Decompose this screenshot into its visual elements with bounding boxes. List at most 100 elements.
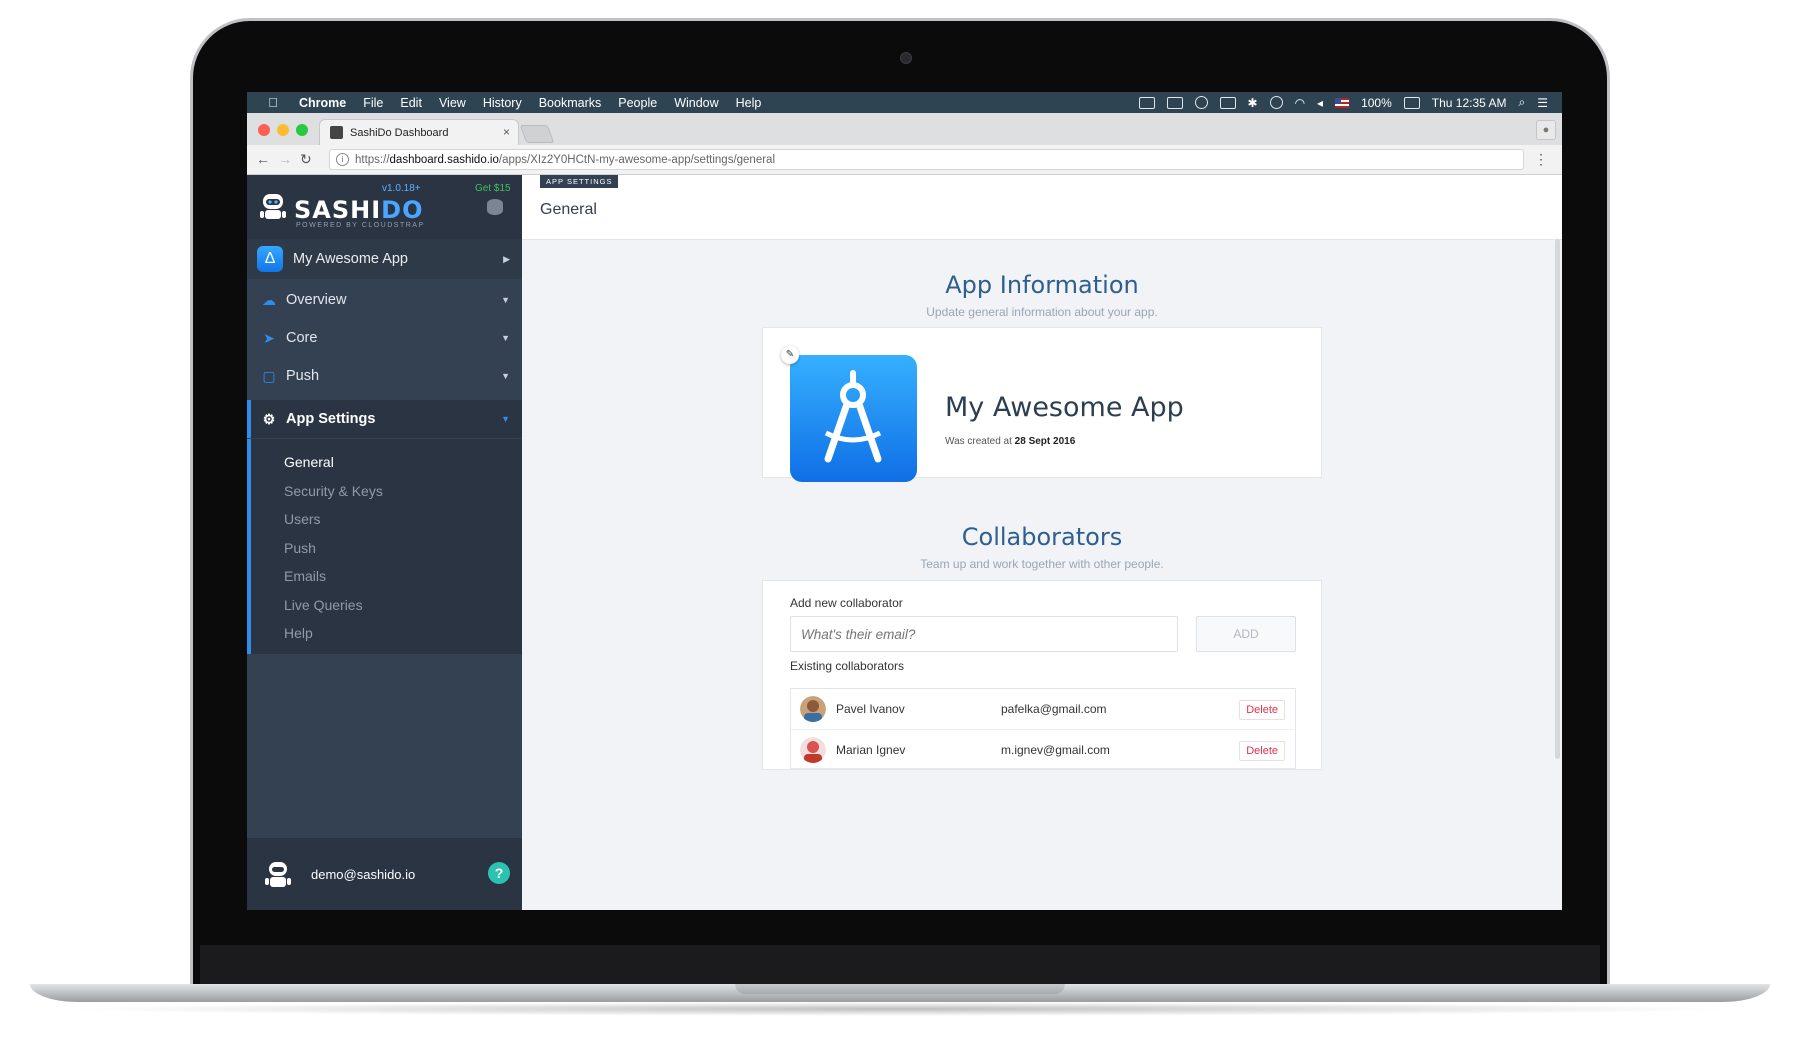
promo-link[interactable]: Get $15 <box>475 183 511 194</box>
app-icon[interactable] <box>790 355 917 482</box>
sidebar-item-app-settings[interactable]: ⚙ App Settings ▼ <box>247 400 522 438</box>
browser-tab[interactable]: SashiDo Dashboard × <box>319 119 519 145</box>
menu-window[interactable]: Window <box>674 96 718 110</box>
us-flag-icon[interactable] <box>1335 97 1350 108</box>
sidebar-item-core[interactable]: ➤ Core ▼ <box>247 319 522 357</box>
zoom-window-icon[interactable] <box>296 124 308 136</box>
app-compass-icon: ∆ <box>257 246 283 272</box>
submenu-emails[interactable]: Emails <box>284 568 326 584</box>
close-window-icon[interactable] <box>258 124 270 136</box>
menu-people[interactable]: People <box>618 96 657 110</box>
collaborators-list: Pavel Ivanov pafelka@gmail.com Delete Ma… <box>790 688 1296 769</box>
app-info-card: ✎ My Awesome App Was created at 28 Sept … <box>762 327 1322 482</box>
sidebar-item-label: Push <box>286 368 320 384</box>
chevron-down-icon: ▼ <box>501 414 510 424</box>
page-header: APP SETTINGS General <box>522 175 1562 240</box>
brand-logo[interactable]: SASHIDO <box>294 196 424 224</box>
time-machine-icon[interactable] <box>1269 96 1283 109</box>
submenu-users[interactable]: Users <box>284 511 321 527</box>
submenu-push[interactable]: Push <box>284 540 316 556</box>
sidebar-item-label: Core <box>286 330 318 346</box>
app-info-subtitle: Update general information about your ap… <box>926 305 1158 319</box>
submenu-help[interactable]: Help <box>284 625 313 641</box>
created-prefix: Was created at <box>945 436 1012 447</box>
cloud-icon: ☁ <box>262 291 276 308</box>
bluetooth-icon[interactable]: ✱ <box>1248 96 1258 110</box>
brand-main: SASHI <box>294 196 382 224</box>
display-icon[interactable] <box>1138 96 1155 109</box>
creative-cloud-icon[interactable] <box>1194 96 1208 109</box>
apple-icon[interactable]:  <box>265 95 281 110</box>
list-item: Pavel Ivanov pafelka@gmail.com Delete <box>791 689 1295 729</box>
collaborator-email-input[interactable] <box>790 616 1178 652</box>
menu-help[interactable]: Help <box>736 96 762 110</box>
menu-edit[interactable]: Edit <box>400 96 422 110</box>
sidebar-item-label: Overview <box>286 292 347 308</box>
clock[interactable]: Thu 12:35 AM <box>1432 96 1507 110</box>
add-collaborator-label: Add new collaborator <box>790 596 903 610</box>
user-robot-avatar[interactable] <box>265 859 291 889</box>
webcam <box>900 52 912 64</box>
push-icon: ▢ <box>262 367 276 384</box>
submenu-live-queries[interactable]: Live Queries <box>284 597 363 613</box>
list-item: Marian Ignev m.ignev@gmail.com Delete <box>791 729 1295 770</box>
laptop-shadow <box>60 1002 1740 1016</box>
forward-icon[interactable]: → <box>278 151 292 167</box>
sidebar-item-overview[interactable]: ☁ Overview ▼ <box>247 281 522 319</box>
created-info: Was created at 28 Sept 2016 <box>945 436 1075 447</box>
laptop-notch <box>735 984 1065 994</box>
menu-file[interactable]: File <box>363 96 383 110</box>
profile-icon[interactable]: ● <box>1536 120 1556 140</box>
minimize-window-icon[interactable] <box>277 124 289 136</box>
wifi-icon[interactable]: ◠ <box>1295 96 1305 110</box>
airplay-icon[interactable] <box>1219 96 1236 109</box>
menu-bookmarks[interactable]: Bookmarks <box>539 96 602 110</box>
chevron-down-icon: ▼ <box>501 333 510 343</box>
breadcrumb: APP SETTINGS <box>540 175 619 188</box>
created-date: 28 Sept 2016 <box>1014 436 1076 447</box>
battery-percent[interactable]: 100% <box>1361 96 1392 110</box>
existing-collaborators-label: Existing collaborators <box>790 659 905 673</box>
volume-icon[interactable]: ◂ <box>1317 96 1323 110</box>
delete-button[interactable]: Delete <box>1239 741 1285 761</box>
submenu-general[interactable]: General <box>284 454 334 470</box>
account-email[interactable]: demo@sashido.io <box>311 867 415 882</box>
menu-history[interactable]: History <box>483 96 522 110</box>
sidebar: SASHIDO v1.0.18+ POWERED BY CLOUDSTRAP G… <box>247 175 522 910</box>
app-name[interactable]: My Awesome App <box>945 392 1184 423</box>
logo-area: SASHIDO v1.0.18+ POWERED BY CLOUDSTRAP G… <box>247 175 522 239</box>
app-switcher[interactable]: ∆ My Awesome App ▶ <box>247 239 522 279</box>
sidebar-item-label: App Settings <box>286 411 376 427</box>
submenu-security-keys[interactable]: Security & Keys <box>284 483 383 499</box>
sidebar-item-push[interactable]: ▢ Push ▼ <box>247 357 522 395</box>
browser-toolbar: ← → ↻ i https:// dashboard.sashido.io /a… <box>247 145 1562 175</box>
url-host: dashboard.sashido.io <box>389 153 499 166</box>
avatar <box>800 696 826 722</box>
gears-icon: ⚙ <box>262 410 276 427</box>
reload-icon[interactable]: ↻ <box>300 151 312 168</box>
tab-close-icon[interactable]: × <box>503 125 510 139</box>
compass-icon <box>824 370 882 463</box>
add-collaborator-button[interactable]: ADD <box>1196 616 1296 652</box>
drive-icon[interactable] <box>1166 96 1183 109</box>
chevron-down-icon: ▼ <box>501 371 510 381</box>
back-icon[interactable]: ← <box>256 151 270 167</box>
page-title: General <box>540 201 597 218</box>
site-info-icon[interactable]: i <box>336 153 349 166</box>
menu-view[interactable]: View <box>439 96 466 110</box>
collaborators-subtitle: Team up and work together with other peo… <box>920 557 1164 571</box>
version-label: v1.0.18+ <box>382 183 421 194</box>
coins-icon[interactable] <box>487 199 503 215</box>
rocket-icon: ➤ <box>263 329 275 346</box>
help-button[interactable]: ? <box>488 862 510 884</box>
address-bar[interactable]: i https:// dashboard.sashido.io /apps/XI… <box>329 149 1524 170</box>
new-tab-button[interactable] <box>519 125 555 143</box>
menu-chrome[interactable]: Chrome <box>299 96 346 110</box>
browser-menu-icon[interactable]: ⋮ <box>1534 151 1548 168</box>
spotlight-icon[interactable]: ⌕ <box>1519 95 1526 110</box>
pencil-icon[interactable]: ✎ <box>781 346 799 364</box>
notification-center-icon[interactable]: ☰ <box>1537 96 1548 110</box>
delete-button[interactable]: Delete <box>1239 700 1285 720</box>
battery-icon[interactable] <box>1403 96 1420 109</box>
account-bar: demo@sashido.io ? <box>247 838 522 910</box>
